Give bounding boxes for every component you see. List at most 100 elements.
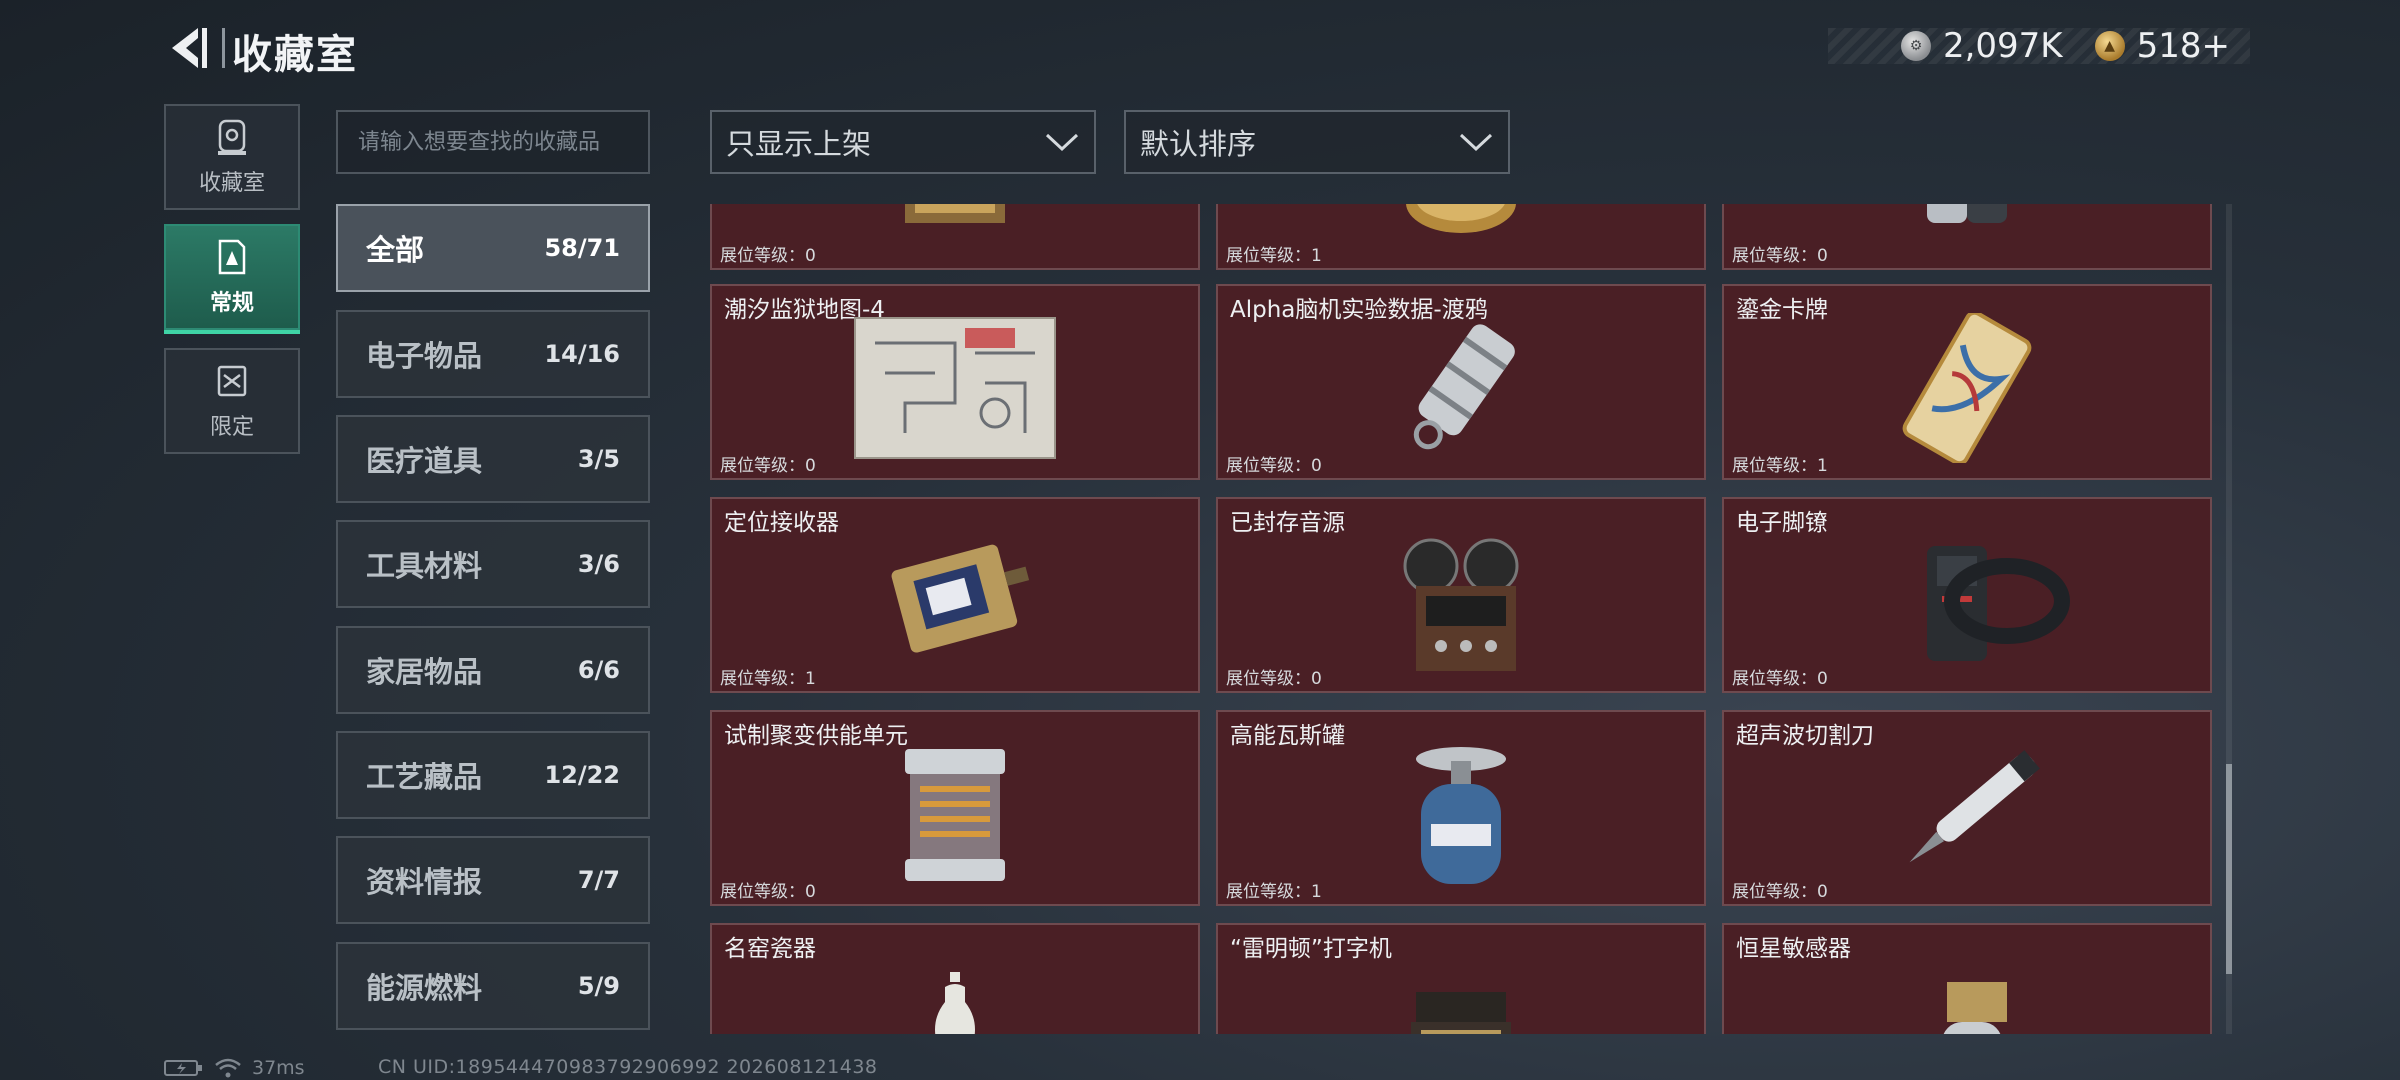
device-icon bbox=[1927, 204, 2007, 223]
silver-currency-value: 2,097K bbox=[1942, 26, 2063, 66]
category-all[interactable]: 全部 58/71 bbox=[336, 204, 650, 292]
category-household[interactable]: 家居物品 6/6 bbox=[336, 626, 650, 714]
search-input[interactable] bbox=[358, 129, 648, 155]
page-title: 收藏室 bbox=[232, 32, 358, 78]
tape-recorder-icon bbox=[1403, 538, 1519, 671]
collection-grid: 展位等级：0 展位等级：1 展位等级：0 潮汐监狱地图-4 展位等级：0 Alp… bbox=[710, 204, 2218, 1034]
item-name: 电子脚镣 bbox=[1736, 510, 1828, 536]
collection-room-icon bbox=[218, 119, 246, 155]
nav-label: 常规 bbox=[209, 291, 254, 316]
receiver-icon bbox=[891, 544, 1030, 653]
collection-item-card[interactable]: 鎏金卡牌 展位等级：1 bbox=[1722, 284, 2212, 480]
collection-item-card[interactable]: 电子脚镣 展位等级：0 bbox=[1722, 497, 2212, 693]
category-name: 工具材料 bbox=[366, 549, 483, 583]
collection-item-card[interactable]: 高能瓦斯罐 展位等级：1 bbox=[1216, 710, 1706, 906]
category-count: 58/71 bbox=[544, 234, 620, 262]
collection-item-card[interactable]: 展位等级：0 bbox=[710, 204, 1200, 270]
item-name: 超声波切割刀 bbox=[1736, 723, 1874, 749]
category-name: 医疗道具 bbox=[366, 444, 483, 478]
wifi-icon bbox=[215, 1058, 241, 1078]
gas-canister-icon bbox=[1416, 747, 1506, 884]
item-level: 展位等级：1 bbox=[1732, 456, 1828, 476]
item-name: 高能瓦斯罐 bbox=[1230, 723, 1345, 749]
collection-item-card[interactable]: 展位等级：1 bbox=[1216, 204, 1706, 270]
item-level: 展位等级：1 bbox=[1226, 882, 1322, 902]
category-name: 工艺藏品 bbox=[366, 760, 483, 794]
ankle-monitor-icon bbox=[1927, 546, 2070, 661]
category-count: 14/16 bbox=[544, 340, 620, 368]
collection-item-card[interactable]: 试制聚变供能单元 展位等级：0 bbox=[710, 710, 1200, 906]
title-divider bbox=[222, 28, 225, 68]
typewriter-icon bbox=[1411, 992, 1511, 1034]
category-crafts[interactable]: 工艺藏品 12/22 bbox=[336, 731, 650, 819]
chevron-down-icon bbox=[1045, 133, 1079, 152]
grid-scrollbar[interactable] bbox=[2226, 204, 2232, 1034]
collection-item-card[interactable]: 超声波切割刀 展位等级：0 bbox=[1722, 710, 2212, 906]
gold-currency-value: 518+ bbox=[2136, 26, 2230, 66]
item-level: 展位等级：0 bbox=[720, 456, 816, 476]
category-count: 12/22 bbox=[544, 761, 620, 789]
category-electronics[interactable]: 电子物品 14/16 bbox=[336, 310, 650, 398]
chevron-down-icon bbox=[1459, 133, 1493, 152]
gold-coin-item-icon bbox=[1406, 204, 1516, 233]
display-filter-label: 只显示上架 bbox=[726, 127, 872, 161]
nav-label: 收藏室 bbox=[198, 171, 265, 196]
porcelain-icon bbox=[935, 972, 975, 1034]
item-level: 展位等级：1 bbox=[1226, 246, 1322, 266]
category-name: 家居物品 bbox=[366, 655, 483, 689]
collection-item-card[interactable]: “雷明顿”打字机 bbox=[1216, 923, 1706, 1034]
item-level: 展位等级：0 bbox=[720, 882, 816, 902]
collection-item-card[interactable]: 潮汐监狱地图-4 展位等级：0 bbox=[710, 284, 1200, 480]
collection-item-card[interactable]: Alpha脑机实验数据-渡鸦 展位等级：0 bbox=[1216, 284, 1706, 480]
ultrasonic-knife-icon bbox=[1909, 750, 2040, 863]
category-name: 资料情报 bbox=[366, 865, 483, 899]
nav-label: 限定 bbox=[209, 415, 254, 440]
item-level: 展位等级：0 bbox=[720, 246, 816, 266]
gold-coin-icon: ▲ bbox=[2094, 31, 2125, 61]
category-tools[interactable]: 工具材料 3/6 bbox=[336, 520, 650, 608]
data-canister-icon bbox=[1413, 324, 1515, 450]
sort-label: 默认排序 bbox=[1140, 127, 1257, 161]
category-name: 能源燃料 bbox=[366, 971, 483, 1005]
fusion-cell-icon bbox=[905, 749, 1005, 881]
scrollbar-thumb[interactable] bbox=[2226, 764, 2232, 974]
nav-collection-room[interactable]: 收藏室 bbox=[164, 104, 300, 210]
back-button[interactable] bbox=[162, 22, 212, 74]
battery-icon bbox=[164, 1060, 202, 1076]
status-bar: 37ms bbox=[164, 1056, 305, 1080]
item-name: 鎏金卡牌 bbox=[1736, 297, 1828, 323]
ping-value: 37ms bbox=[252, 1057, 305, 1079]
circuit-board-icon bbox=[905, 204, 1005, 223]
collection-item-card[interactable]: 已封存音源 展位等级：0 bbox=[1216, 497, 1706, 693]
map-icon bbox=[854, 317, 1056, 459]
item-level: 展位等级：0 bbox=[1732, 669, 1828, 689]
collection-item-card[interactable]: 恒星敏感器 bbox=[1722, 923, 2212, 1034]
category-count: 5/9 bbox=[577, 972, 620, 1000]
item-level: 展位等级：0 bbox=[1732, 246, 1828, 266]
category-name: 电子物品 bbox=[366, 339, 483, 373]
category-medical[interactable]: 医疗道具 3/5 bbox=[336, 415, 650, 503]
collection-item-card[interactable]: 展位等级：0 bbox=[1722, 204, 2212, 270]
item-level: 展位等级：1 bbox=[720, 669, 816, 689]
back-arrow-icon bbox=[172, 28, 207, 68]
sort-dropdown[interactable]: 默认排序 bbox=[1124, 110, 1510, 174]
nav-regular[interactable]: 常规 bbox=[164, 224, 300, 334]
item-level: 展位等级：0 bbox=[1732, 882, 1828, 902]
item-name: 定位接收器 bbox=[724, 510, 839, 536]
limited-icon bbox=[217, 365, 247, 397]
category-count: 7/7 bbox=[577, 866, 620, 894]
star-sensor-icon bbox=[1943, 982, 2007, 1034]
collection-item-card[interactable]: 名窑瓷器 bbox=[710, 923, 1200, 1034]
collection-item-card[interactable]: 定位接收器 展位等级：1 bbox=[710, 497, 1200, 693]
search-box[interactable] bbox=[336, 110, 650, 174]
item-name: 名窑瓷器 bbox=[724, 936, 816, 962]
category-count: 3/5 bbox=[577, 445, 620, 473]
display-filter-dropdown[interactable]: 只显示上架 bbox=[710, 110, 1096, 174]
user-uid: CN UID:1895444709837929069​92 2026081214… bbox=[378, 1056, 878, 1078]
item-name: 已封存音源 bbox=[1230, 510, 1345, 536]
category-fuel[interactable]: 能源燃料 5/9 bbox=[336, 942, 650, 1030]
item-name: 恒星敏感器 bbox=[1736, 936, 1851, 962]
item-level: 展位等级：0 bbox=[1226, 456, 1322, 476]
category-intel[interactable]: 资料情报 7/7 bbox=[336, 836, 650, 924]
nav-limited[interactable]: 限定 bbox=[164, 348, 300, 454]
